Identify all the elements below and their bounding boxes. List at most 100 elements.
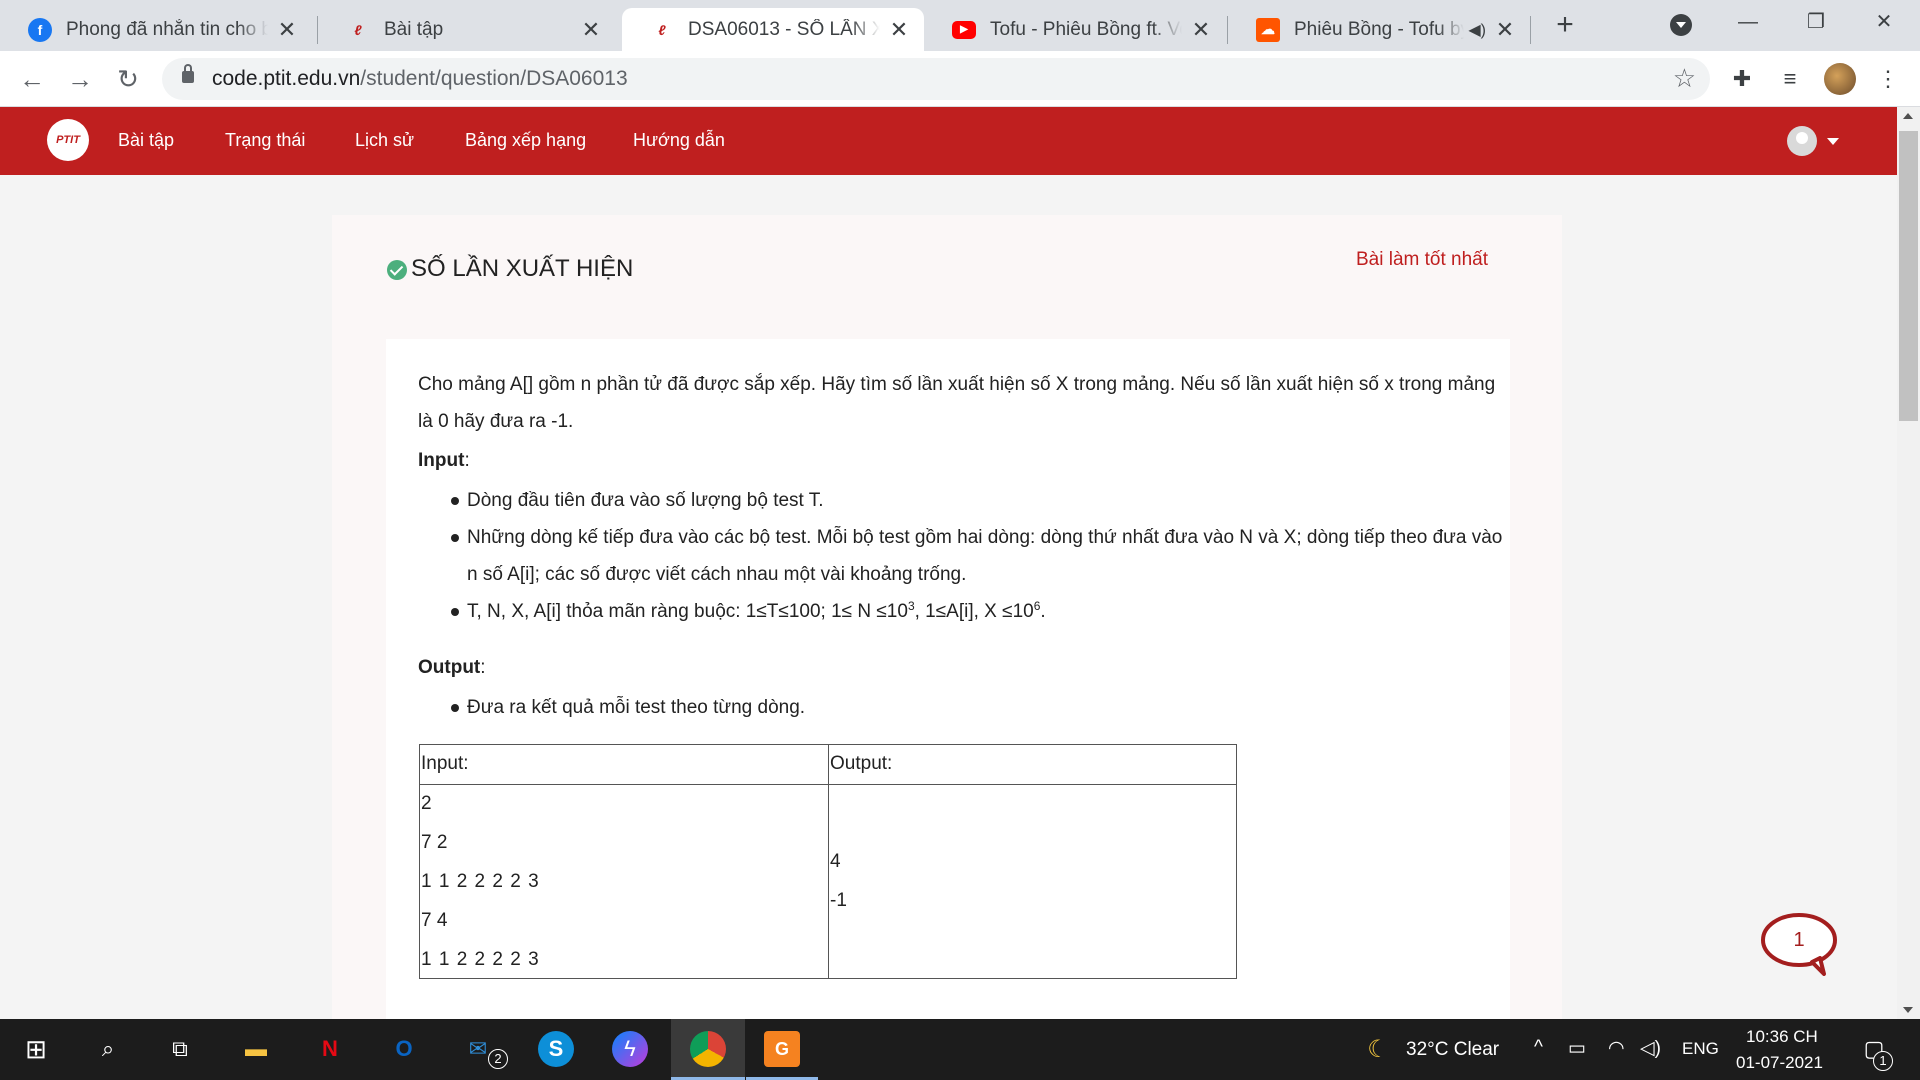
chevron-down-icon[interactable] — [1827, 138, 1839, 145]
output-heading: Output: — [418, 649, 486, 686]
ptit-icon: ℓ — [658, 21, 666, 38]
reload-icon[interactable]: ↻ — [112, 63, 144, 95]
facebook-icon: f — [28, 17, 52, 42]
nav-bang-xep-hang[interactable]: Bảng xếp hạng — [465, 130, 586, 151]
tab-facebook[interactable]: f Phong đã nhắn tin cho bạn ✕ — [0, 8, 312, 51]
tab-dsa06013[interactable]: ℓ DSA06013 - SỐ LẦN XUẤT HIỆN ✕ — [622, 8, 924, 51]
pdf-reader-icon[interactable]: G — [764, 1031, 800, 1067]
mail-badge: 2 — [488, 1049, 508, 1069]
tab-title: Bài tập — [384, 18, 444, 40]
scroll-thumb[interactable] — [1899, 131, 1918, 421]
soundcloud-icon: ☁ — [1256, 17, 1280, 42]
output-label: Output — [418, 657, 481, 678]
colon: : — [480, 657, 486, 678]
nav-trang-thai[interactable]: Trạng thái — [225, 130, 305, 151]
input-bullet-2-cont: n số A[i]; các số được viết cách nhau mộ… — [467, 564, 967, 585]
minimize-icon[interactable]: — — [1718, 0, 1778, 44]
clock-time[interactable]: 10:36 CH — [1746, 1027, 1818, 1047]
colon: : — [464, 450, 470, 471]
tab-soundcloud[interactable]: ☁ Phiêu Bồng - Tofu by ◀) ✕ — [1228, 8, 1530, 51]
search-icon[interactable]: ⌕ — [90, 1031, 126, 1067]
extensions-puzzle-icon[interactable]: ✚ — [1728, 65, 1756, 93]
table-divider — [420, 784, 1236, 785]
tab-youtube[interactable]: ▶ Tofu - Phiêu Bồng ft. VoVan ✕ — [924, 8, 1226, 51]
tab-title: Tofu - Phiêu Bồng ft. VoVan — [990, 18, 1182, 40]
profile-avatar[interactable] — [1824, 63, 1856, 95]
table-divider — [828, 745, 829, 978]
restore-icon[interactable]: ❐ — [1786, 0, 1846, 44]
notification-badge: 1 — [1873, 1051, 1893, 1071]
site-logo[interactable]: PTIT — [47, 119, 89, 161]
tab-title: Phong đã nhắn tin cho bạn — [66, 18, 268, 40]
lock-icon[interactable] — [182, 64, 194, 83]
windows-taskbar: ⊞ ⌕ ⧉ ▬ N O ✉ 2 S ϟ G ☾ 32°C Clear ^ ▭ ◠… — [0, 1019, 1920, 1080]
nav-lich-su[interactable]: Lịch sử — [355, 130, 414, 151]
url-path: /student/question/DSA06013 — [360, 67, 628, 90]
table-header-input: Input: — [421, 753, 469, 774]
nav-bai-tap[interactable]: Bài tập — [118, 130, 174, 151]
moon-weather-icon[interactable]: ☾ — [1360, 1031, 1396, 1067]
sample-output-line: -1 — [830, 890, 847, 911]
back-arrow-icon[interactable]: ← — [16, 63, 48, 95]
sample-output-line: 4 — [830, 851, 841, 872]
bullet-icon — [451, 608, 459, 616]
volume-icon[interactable]: ◁) — [1640, 1037, 1661, 1060]
forward-arrow-icon[interactable]: → — [64, 63, 96, 95]
scroll-up-arrow-icon[interactable] — [1903, 113, 1913, 119]
netflix-icon[interactable]: N — [312, 1031, 348, 1067]
close-icon[interactable]: ✕ — [1494, 17, 1516, 43]
best-solution-link[interactable]: Bài làm tốt nhất — [1356, 249, 1488, 271]
weather-text[interactable]: 32°C Clear — [1406, 1039, 1499, 1061]
audio-playing-icon[interactable]: ◀) — [1468, 20, 1486, 40]
description-line-1: Cho mảng A[] gồm n phần tử đã được sắp x… — [418, 374, 1496, 395]
constraint-exp-1: 3 — [907, 599, 915, 613]
clock-date[interactable]: 01-07-2021 — [1736, 1053, 1823, 1073]
tab-bai-tap[interactable]: ℓ Bài tập ✕ — [318, 8, 616, 51]
tab-title: Phiêu Bồng - Tofu by — [1294, 18, 1465, 40]
constraint-part-b: , 1≤A[i], X ≤10 — [914, 601, 1034, 622]
media-queue-icon[interactable]: ≡ — [1776, 65, 1804, 93]
language-indicator[interactable]: ENG — [1682, 1039, 1719, 1059]
windows-start-icon[interactable]: ⊞ — [18, 1031, 54, 1067]
ptit-icon: ℓ — [354, 21, 362, 38]
close-icon[interactable]: ✕ — [276, 17, 298, 43]
youtube-icon: ▶ — [952, 20, 976, 39]
close-icon[interactable]: ✕ — [580, 17, 602, 43]
tab-title: DSA06013 - SỐ LẦN XUẤT HIỆN — [688, 18, 880, 40]
battery-icon[interactable]: ▭ — [1568, 1037, 1586, 1060]
tab-search-icon[interactable] — [1670, 14, 1692, 36]
chat-count: 1 — [1793, 929, 1804, 951]
comments-chat-icon[interactable]: 1 — [1760, 912, 1838, 976]
sample-io-table: Input: Output: 2 7 2 1 1 2 2 2 2 3 7 4 1… — [419, 744, 1237, 979]
bullet-icon — [451, 497, 459, 505]
skype-icon[interactable]: S — [538, 1031, 574, 1067]
messenger-icon[interactable]: ϟ — [612, 1031, 648, 1067]
address-bar[interactable]: code.ptit.edu.vn/student/question/DSA060… — [162, 58, 1710, 100]
outlook-icon[interactable]: O — [386, 1031, 422, 1067]
close-icon[interactable]: ✕ — [888, 17, 910, 43]
input-bullet-2: Những dòng kế tiếp đưa vào các bộ test. … — [467, 527, 1503, 548]
chrome-icon[interactable] — [690, 1031, 726, 1067]
url-text[interactable]: code.ptit.edu.vn/student/question/DSA060… — [212, 67, 628, 91]
solved-check-icon — [387, 260, 407, 280]
wifi-icon[interactable]: ◠ — [1608, 1037, 1625, 1060]
chevron-up-icon[interactable]: ^ — [1534, 1037, 1543, 1059]
table-header-output: Output: — [830, 753, 893, 774]
sample-input-line: 7 2 — [421, 832, 448, 853]
more-menu-icon[interactable]: ⋮ — [1874, 65, 1902, 93]
site-navbar: PTIT Bài tập Trạng thái Lịch sử Bảng xếp… — [0, 107, 1897, 175]
constraint-part-c: . — [1040, 601, 1046, 622]
nav-huong-dan[interactable]: Hướng dẫn — [633, 130, 725, 151]
close-icon[interactable]: ✕ — [1190, 17, 1212, 43]
window-close-icon[interactable]: ✕ — [1854, 0, 1914, 44]
user-avatar[interactable] — [1787, 126, 1817, 156]
input-heading: Input: — [418, 442, 470, 479]
scroll-down-arrow-icon[interactable] — [1903, 1007, 1913, 1013]
page-scrollbar[interactable] — [1897, 107, 1920, 1019]
new-tab-plus-icon[interactable]: + — [1550, 10, 1580, 40]
sample-input-line: 7 4 — [421, 910, 448, 931]
file-explorer-icon[interactable]: ▬ — [238, 1031, 274, 1067]
bookmark-star-icon[interactable]: ☆ — [1673, 63, 1696, 94]
task-view-icon[interactable]: ⧉ — [162, 1031, 198, 1067]
tab-separator — [1530, 16, 1531, 44]
